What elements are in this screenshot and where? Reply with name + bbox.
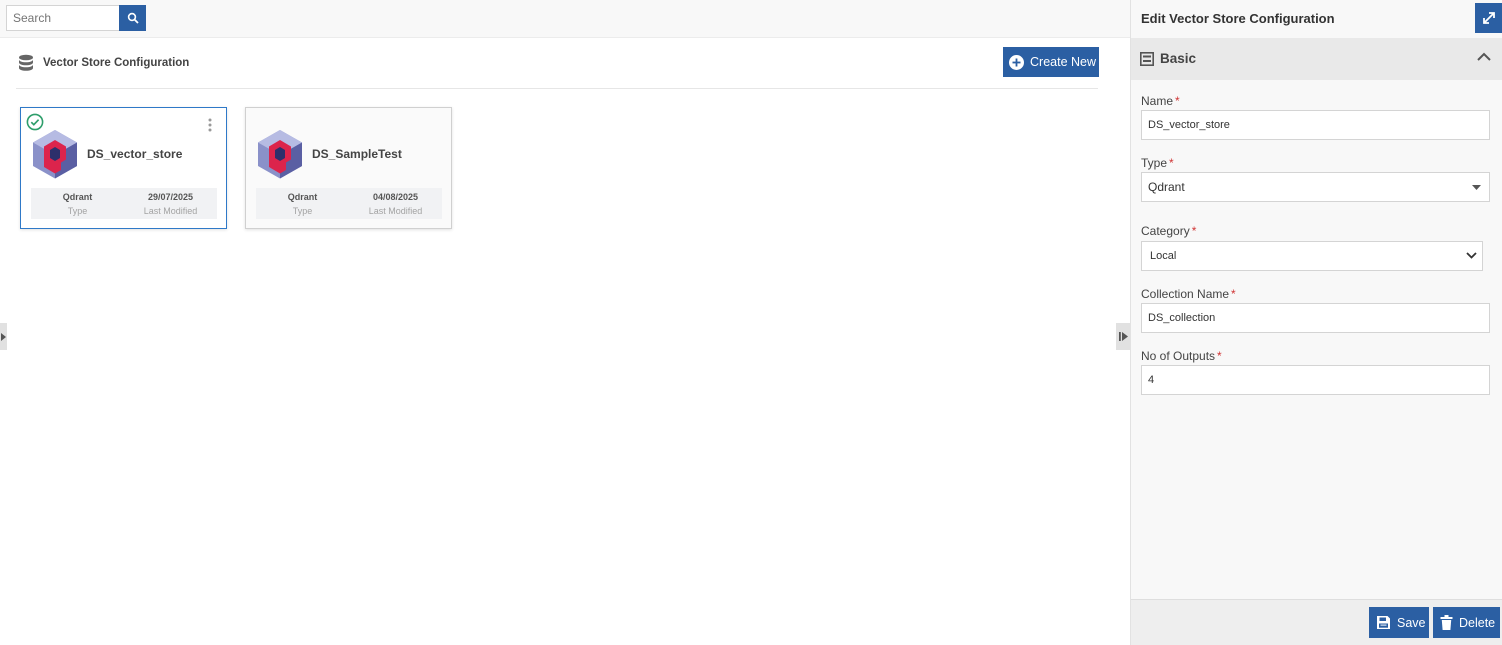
name-field-label: Name * (1141, 94, 1180, 108)
card-type: Qdrant (287, 192, 318, 202)
trash-icon (1440, 615, 1453, 630)
create-new-label: Create New (1030, 55, 1096, 69)
basic-section-header[interactable]: Basic (1131, 38, 1502, 80)
type-select[interactable]: Qdrant (1141, 172, 1490, 202)
search-icon (127, 12, 139, 24)
plus-circle-icon (1009, 54, 1024, 70)
card-type-label: Type (67, 206, 88, 216)
required-marker: * (1231, 287, 1236, 301)
chevron-down-icon (1466, 252, 1477, 259)
caret-down-icon (1472, 185, 1481, 190)
kebab-icon[interactable] (206, 118, 214, 132)
required-marker: * (1191, 224, 1197, 238)
save-label: Save (1397, 615, 1426, 630)
outputs-field[interactable]: 4 (1141, 365, 1490, 395)
vector-store-card[interactable]: DS_vector_store Qdrant Type 29/07/2025 L… (20, 107, 227, 229)
caret-right-icon (1, 332, 6, 341)
card-modified-label: Last Modified (143, 206, 198, 216)
qdrant-logo (33, 130, 77, 179)
form-icon (1140, 52, 1154, 66)
database-icon (19, 54, 33, 71)
category-select[interactable]: Local (1141, 241, 1483, 271)
collection-name-field[interactable]: DS_collection (1141, 303, 1490, 333)
outputs-value: 4 (1148, 374, 1155, 386)
card-type-label: Type (292, 206, 313, 216)
top-toolbar (0, 0, 1130, 38)
expand-button[interactable] (1475, 3, 1502, 33)
card-type: Qdrant (62, 192, 93, 202)
card-modified: 29/07/2025 (147, 192, 194, 202)
expand-icon (1483, 12, 1495, 24)
category-field-label: Category * (1141, 224, 1197, 238)
delete-label: Delete (1459, 615, 1496, 630)
left-panel-toggle[interactable] (0, 323, 7, 350)
card-meta: Qdrant Type 29/07/2025 Last Modified (31, 188, 217, 219)
save-button[interactable]: Save (1369, 607, 1429, 638)
vector-store-card[interactable]: DS_SampleTest Qdrant Type 04/08/2025 Las… (245, 107, 452, 229)
card-name: DS_vector_store (87, 147, 183, 161)
search-button[interactable] (119, 5, 146, 31)
required-marker: * (1175, 94, 1180, 108)
right-panel-toggle[interactable] (1116, 323, 1130, 350)
type-value: Qdrant (1148, 180, 1185, 194)
collection-value: DS_collection (1148, 312, 1216, 324)
delete-button[interactable]: Delete (1433, 607, 1500, 638)
edit-panel: Edit Vector Store Configuration Basic Na… (1130, 0, 1502, 645)
collection-field-label: Collection Name * (1141, 287, 1236, 301)
panel-title: Edit Vector Store Configuration (1141, 11, 1335, 26)
card-name: DS_SampleTest (312, 147, 402, 161)
save-icon (1377, 616, 1390, 629)
required-marker: * (1217, 349, 1222, 363)
qdrant-logo (258, 130, 302, 179)
required-marker: * (1169, 156, 1174, 170)
main-area: Vector Store Configuration Create New DS… (0, 0, 1130, 645)
chevron-up-icon[interactable] (1477, 52, 1491, 61)
section-title: Vector Store Configuration (43, 57, 190, 69)
category-value: Local (1150, 250, 1177, 262)
section-header: Vector Store Configuration (18, 52, 189, 74)
collapse-right-icon (1118, 332, 1128, 341)
outputs-field-label: No of Outputs * (1141, 349, 1222, 363)
card-modified-label: Last Modified (368, 206, 423, 216)
section-divider (16, 88, 1098, 89)
create-new-button[interactable]: Create New (1003, 47, 1099, 77)
name-field[interactable]: DS_vector_store (1141, 110, 1490, 140)
card-modified: 04/08/2025 (372, 192, 419, 202)
panel-footer: Save Delete (1131, 599, 1502, 645)
name-value: DS_vector_store (1148, 119, 1230, 131)
type-field-label: Type * (1141, 156, 1174, 170)
basic-section-title: Basic (1160, 51, 1197, 66)
search-input[interactable] (6, 5, 120, 31)
card-meta: Qdrant Type 04/08/2025 Last Modified (256, 188, 442, 219)
